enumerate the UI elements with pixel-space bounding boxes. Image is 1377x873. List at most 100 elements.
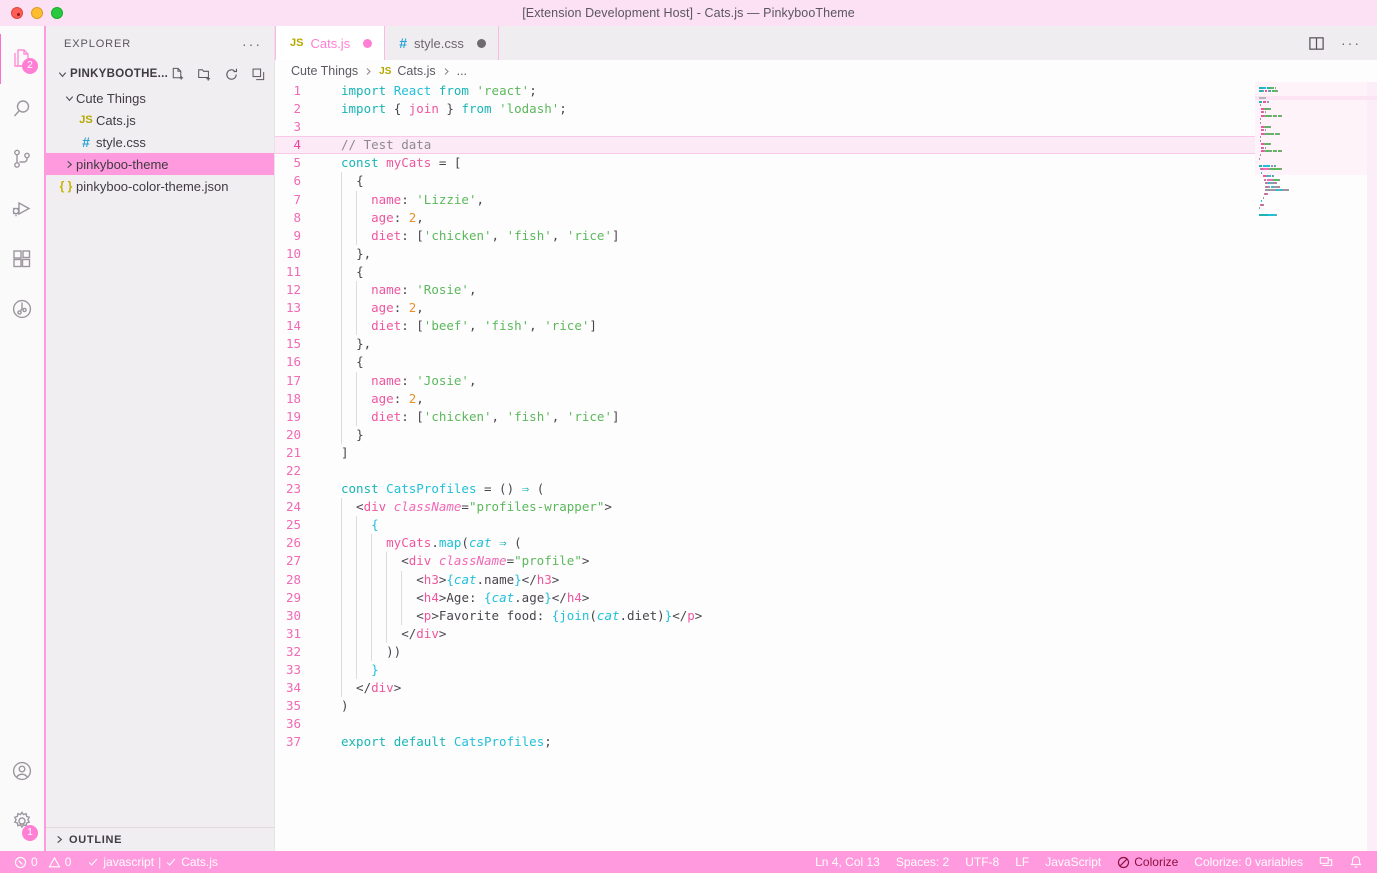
activity-item-explorer[interactable]: 2 — [0, 34, 45, 84]
line-content[interactable]: <div className="profile"> — [323, 552, 589, 571]
tree-item-cute-things[interactable]: Cute Things — [46, 87, 274, 109]
line-content[interactable]: <h4>Age: {cat.age}</h4> — [323, 588, 589, 607]
close-window-button[interactable] — [11, 7, 23, 19]
code-line[interactable]: 17 name: 'Josie', — [275, 371, 1377, 390]
code-line[interactable]: 22 — [275, 462, 1377, 480]
more-actions-icon[interactable]: ··· — [1341, 36, 1361, 50]
line-content[interactable]: { — [323, 262, 364, 282]
activity-item-testing[interactable] — [0, 284, 45, 334]
line-content[interactable]: } — [323, 661, 379, 680]
code-line[interactable]: 12 name: 'Rosie', — [275, 281, 1377, 300]
code-line[interactable]: 37 export default CatsProfiles; — [275, 733, 1377, 751]
line-content[interactable]: )) — [323, 642, 401, 661]
status-indentation[interactable]: Spaces: 2 — [888, 851, 957, 873]
split-editor-icon[interactable] — [1308, 35, 1325, 52]
tab-dirty-indicator[interactable] — [476, 38, 486, 48]
code-line[interactable]: 28 <h3>{cat.name}</h3> — [275, 570, 1377, 589]
tab-style-css[interactable]: # style.css — [385, 26, 499, 60]
line-content[interactable]: diet: ['chicken', 'fish', 'rice'] — [323, 407, 620, 426]
line-content[interactable]: age: 2, — [323, 208, 424, 227]
code-line[interactable]: 15 }, — [275, 335, 1377, 354]
line-content[interactable]: { — [323, 516, 379, 535]
code-line[interactable]: 4 // Test data — [275, 136, 1377, 155]
line-content[interactable]: </div> — [323, 679, 401, 698]
line-content[interactable]: ] — [323, 444, 349, 462]
tree-item-pinkyboo-theme[interactable]: pinkyboo-theme — [46, 153, 274, 175]
code-line[interactable]: 31 </div> — [275, 624, 1377, 643]
code-line[interactable]: 2 import { join } from 'lodash'; — [275, 100, 1377, 118]
code-line[interactable]: 9 diet: ['chicken', 'fish', 'rice'] — [275, 226, 1377, 245]
line-content[interactable]: <h3>{cat.name}</h3> — [323, 570, 559, 589]
sidebar-more-actions-icon[interactable]: ··· — [242, 37, 262, 51]
line-content[interactable]: </div> — [323, 624, 446, 643]
code-line[interactable]: 16 { — [275, 353, 1377, 372]
code-line[interactable]: 21] — [275, 444, 1377, 462]
code-line[interactable]: 6 { — [275, 172, 1377, 191]
code-line[interactable]: 23 const CatsProfiles = () ⇒ ( — [275, 480, 1377, 498]
breadcrumb-item-folder[interactable]: Cute Things — [291, 64, 358, 78]
line-content[interactable]: <p>Favorite food: {join(cat.diet)}</p> — [323, 606, 702, 625]
code-line[interactable]: 20 } — [275, 425, 1377, 444]
line-content[interactable]: }, — [323, 244, 371, 263]
code-line[interactable]: 10 }, — [275, 244, 1377, 263]
activity-item-settings[interactable]: 1 — [0, 801, 45, 851]
code-line[interactable]: 35) — [275, 697, 1377, 715]
tab-dirty-indicator[interactable] — [363, 38, 373, 48]
code-line[interactable]: 13 age: 2, — [275, 299, 1377, 318]
code-line[interactable]: 14 diet: ['beef', 'fish', 'rice'] — [275, 317, 1377, 336]
code-editor[interactable]: 1 import React from 'react'; 2 import { joi… — [275, 82, 1377, 851]
line-content[interactable]: name: 'Lizzie', — [323, 190, 484, 209]
code-line[interactable]: 19 diet: ['chicken', 'fish', 'rice'] — [275, 407, 1377, 426]
status-remote[interactable] — [1311, 851, 1341, 873]
collapse-all-icon[interactable] — [251, 67, 266, 82]
new-file-icon[interactable] — [170, 67, 185, 82]
line-content[interactable]: name: 'Rosie', — [323, 281, 477, 300]
tree-item-pinkyboo-color-theme-json[interactable]: { } pinkyboo-color-theme.json — [46, 175, 274, 197]
activity-item-extensions[interactable] — [0, 234, 45, 284]
tree-item-style-css[interactable]: # style.css — [46, 131, 274, 153]
refresh-icon[interactable] — [224, 67, 239, 82]
line-content[interactable]: <div className="profiles-wrapper"> — [323, 498, 612, 517]
code-line[interactable]: 8 age: 2, — [275, 208, 1377, 227]
line-content[interactable]: name: 'Josie', — [323, 371, 477, 390]
status-colorize-variables[interactable]: Colorize: 0 variables — [1186, 851, 1311, 873]
line-content[interactable]: diet: ['beef', 'fish', 'rice'] — [323, 317, 597, 336]
breadcrumb-item-file[interactable]: Cats.js — [397, 64, 435, 78]
tree-item-cats-js[interactable]: JS Cats.js — [46, 109, 274, 131]
line-content[interactable]: import React from 'react'; — [323, 82, 537, 100]
new-folder-icon[interactable] — [197, 67, 212, 82]
code-line[interactable]: 32 )) — [275, 642, 1377, 661]
status-colorize-toggle[interactable]: Colorize — [1109, 851, 1186, 873]
status-language-mode[interactable]: JavaScript — [1037, 851, 1109, 873]
line-content[interactable]: { — [323, 172, 364, 191]
activity-item-search[interactable] — [0, 84, 45, 134]
status-problems[interactable]: 0 0 — [6, 851, 79, 873]
line-content[interactable]: ) — [323, 697, 349, 715]
status-encoding[interactable]: UTF-8 — [957, 851, 1007, 873]
activity-item-accounts[interactable] — [0, 751, 45, 801]
code-line[interactable]: 34 </div> — [275, 679, 1377, 698]
code-line[interactable]: 27 <div className="profile"> — [275, 552, 1377, 571]
line-content[interactable]: { — [323, 353, 364, 372]
tab-cats-js[interactable]: JS Cats.js — [275, 26, 386, 60]
minimap[interactable] — [1255, 82, 1377, 851]
code-line[interactable]: 24 <div className="profiles-wrapper"> — [275, 498, 1377, 517]
line-content[interactable]: export default CatsProfiles; — [323, 733, 552, 751]
explorer-root-folder[interactable]: PINKYBOOTHE... — [46, 61, 274, 87]
code-line[interactable]: 5 const myCats = [ — [275, 154, 1377, 172]
line-content[interactable]: const CatsProfiles = () ⇒ ( — [323, 480, 544, 498]
status-eslint[interactable]: javascript | Cats.js — [79, 851, 226, 873]
code-line[interactable]: 3 — [275, 118, 1377, 136]
line-content[interactable]: // Test data — [323, 136, 431, 154]
line-content[interactable]: const myCats = [ — [323, 154, 461, 172]
line-content[interactable]: }, — [323, 335, 371, 354]
outline-section-header[interactable]: OUTLINE — [46, 827, 274, 851]
code-line[interactable]: 29 <h4>Age: {cat.age}</h4> — [275, 588, 1377, 607]
activity-item-run-debug[interactable] — [0, 184, 45, 234]
breadcrumb-item-symbol[interactable]: ... — [457, 64, 467, 78]
maximize-window-button[interactable] — [51, 7, 63, 19]
code-line[interactable]: 36 — [275, 715, 1377, 733]
line-content[interactable]: myCats.map(cat ⇒ ( — [323, 534, 522, 553]
activity-item-source-control[interactable] — [0, 134, 45, 184]
code-line[interactable]: 30 <p>Favorite food: {join(cat.diet)}</p… — [275, 606, 1377, 625]
